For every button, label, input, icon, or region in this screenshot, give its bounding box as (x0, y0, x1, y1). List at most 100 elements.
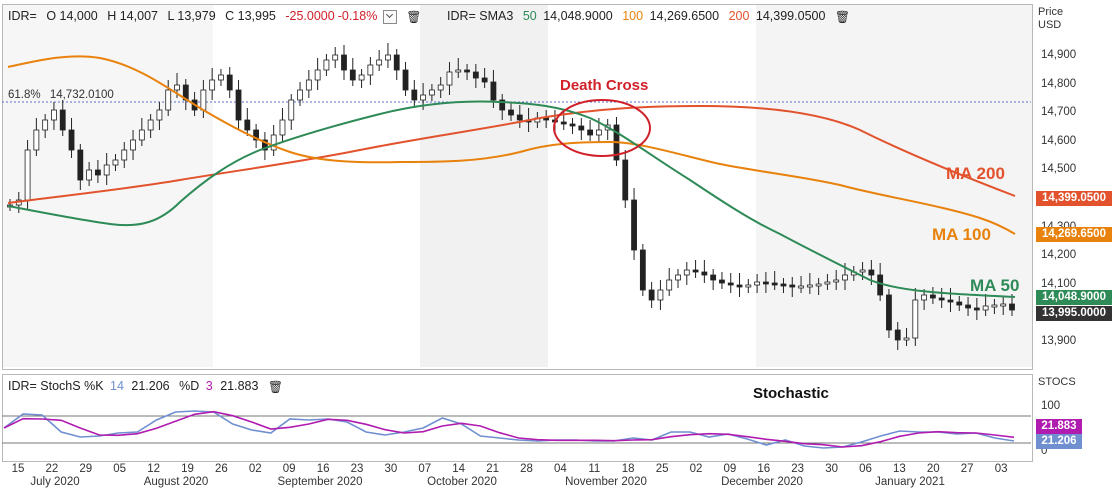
price-tick-label: 14,600 (1041, 134, 1077, 147)
x-day-label: 30 (384, 463, 398, 475)
ma100-line (7, 55, 1016, 235)
candle-body (666, 279, 673, 291)
candle-body (314, 69, 321, 81)
x-day-label: 27 (960, 463, 974, 475)
candle-body (675, 274, 681, 281)
candle-body (745, 284, 752, 288)
candle-body (112, 159, 119, 166)
candle-body (209, 79, 216, 91)
x-day-label: 16 (757, 463, 771, 475)
candle-body (165, 89, 172, 111)
ma100-value-tag: 14,269.6500 (1036, 227, 1112, 242)
candle-body (68, 129, 75, 151)
x-day-label: 02 (248, 463, 262, 475)
candle-body (886, 294, 892, 331)
candle-body (982, 305, 989, 311)
x-month-label: December 2020 (721, 476, 803, 488)
fib-value: 14,732.0100 (49, 89, 114, 101)
x-day-label: 06 (859, 463, 872, 475)
price-tick-label: 14,900 (1041, 49, 1077, 61)
candle-body (455, 69, 462, 73)
candle-body (631, 199, 637, 251)
candle-body (174, 84, 180, 91)
candle-body (912, 299, 919, 339)
candle-body (156, 109, 163, 121)
candle-body (200, 89, 207, 111)
candle-body (569, 123, 576, 127)
candle-body (428, 89, 435, 96)
candle-body (279, 119, 286, 136)
stoch-k-tag: 21.206 (1036, 434, 1082, 449)
x-day-label: 15 (11, 463, 25, 475)
candle-body (270, 134, 277, 151)
x-day-label: 25 (655, 463, 669, 475)
candle-body (692, 269, 699, 273)
candle-body (710, 274, 717, 281)
candle-body (683, 269, 690, 276)
stochastic-label: Stochastic (753, 385, 829, 402)
candle-body (859, 269, 866, 273)
candle-body (33, 129, 40, 151)
candle-body (587, 129, 594, 136)
candle-body (226, 74, 233, 91)
candle-body (824, 281, 831, 285)
x-day-label: 12 (147, 463, 160, 475)
candle-body (815, 283, 822, 287)
x-day-label: 26 (214, 463, 228, 475)
candle-body (244, 119, 251, 131)
ma200-value-tag: 14,399.0500 (1036, 191, 1112, 206)
candle-body (648, 289, 655, 301)
candle-body (868, 269, 875, 276)
candle-body (77, 149, 84, 181)
x-month-label: November 2020 (565, 476, 647, 488)
price-tick-label: 14,800 (1041, 77, 1077, 90)
candle-body (121, 149, 128, 161)
candle-body (938, 297, 945, 301)
x-day-label: 30 (825, 463, 838, 475)
fib-label: 61.8% 14,732.0100 (8, 89, 114, 101)
price-tick-label: 13,900 (1041, 335, 1077, 347)
candle-body (560, 121, 567, 125)
candle-body (965, 304, 971, 309)
ma100-label: MA 100 (932, 225, 991, 244)
ma50-value-tag: 14,048.9000 (1036, 290, 1112, 305)
x-month-label: January 2021 (875, 476, 945, 488)
x-day-label: 13 (892, 463, 906, 475)
candle-body (437, 84, 444, 91)
candle-body (138, 129, 145, 141)
price-axis-title: Price USD (1038, 6, 1063, 32)
candle-body (86, 169, 93, 181)
x-day-label: 20 (926, 463, 940, 475)
close-value-tag: 13,995.0000 (1036, 306, 1112, 321)
x-day-label: 09 (282, 463, 296, 475)
x-day-label: 19 (181, 463, 194, 475)
price-tick-label: 14,200 (1041, 249, 1077, 262)
ma200-label: MA 200 (946, 164, 1005, 183)
axis-title-line2: USD (1038, 19, 1062, 31)
candle-body (1000, 303, 1007, 307)
candle-body (51, 109, 57, 121)
ma50-label: MA 50 (970, 276, 1020, 295)
x-month-label: October 2020 (427, 476, 497, 488)
candle-body (894, 329, 901, 341)
candle-body (806, 284, 813, 288)
axis-title-line1: Price (1038, 6, 1064, 18)
candle-body (543, 117, 550, 121)
x-day-label: 22 (45, 463, 59, 475)
candle-body (595, 129, 602, 136)
candle-body (490, 81, 497, 101)
candle-body (472, 71, 479, 79)
candle-body (1009, 303, 1015, 311)
candle-body (42, 119, 49, 131)
candle-body (727, 282, 734, 286)
candle-body (376, 59, 383, 66)
x-day-label: 23 (791, 463, 805, 475)
candle-body (297, 89, 303, 101)
candle-body (903, 337, 910, 341)
price-tick-label: 14,100 (1041, 277, 1077, 290)
candle-body (736, 284, 743, 288)
x-day-label: 21 (486, 463, 499, 475)
candle-body (973, 307, 980, 311)
candle-body (921, 294, 928, 301)
stoch-d-tag: 21.883 (1036, 419, 1082, 434)
